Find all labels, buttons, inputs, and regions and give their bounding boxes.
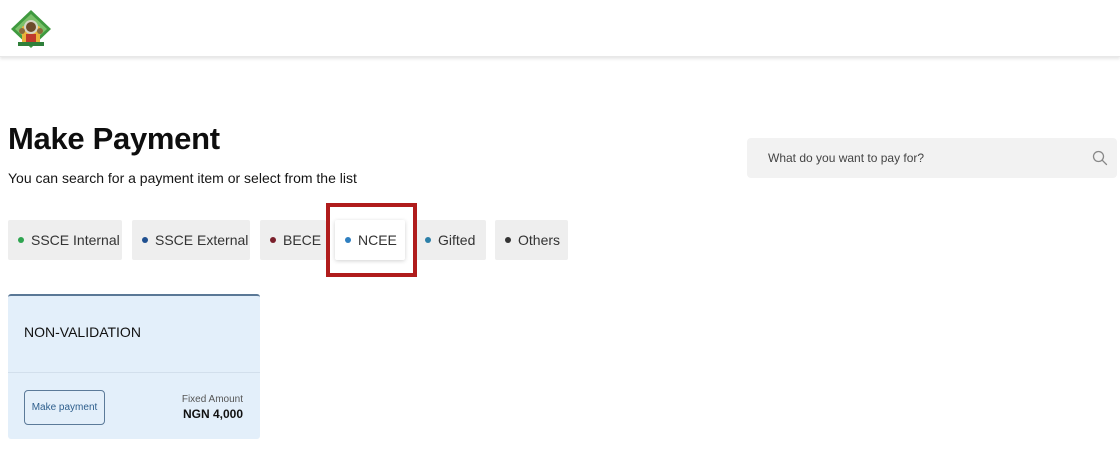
tab-label: SSCE External [155, 232, 249, 248]
page-subtitle: You can search for a payment item or sel… [8, 170, 357, 186]
tab-dot [505, 237, 511, 243]
amount-value: NGN 4,000 [182, 407, 243, 421]
page-title: Make Payment [8, 121, 220, 156]
tab-dot [18, 237, 24, 243]
top-navbar [0, 0, 1120, 57]
tab-ssce-external[interactable]: SSCE External [132, 220, 250, 260]
tab-dot [142, 237, 148, 243]
state-crest-logo-icon[interactable] [9, 9, 53, 49]
tab-label: Others [518, 232, 561, 248]
tab-label: SSCE Internal [31, 232, 120, 248]
amount-label: Fixed Amount [181, 394, 243, 405]
tab-dot [345, 237, 351, 243]
search-box [747, 138, 1117, 178]
tab-dot [270, 237, 276, 243]
tab-ssce-internal[interactable]: SSCE Internal [8, 220, 122, 260]
tab-bece[interactable]: BECE [260, 220, 326, 260]
tab-label: BECE [283, 232, 322, 248]
payment-item-card: NON-VALIDATION Make payment Fixed Amount… [8, 294, 260, 439]
search-input[interactable] [747, 138, 1117, 178]
tab-ncee[interactable]: NCEE [335, 220, 405, 260]
tab-others[interactable]: Others [495, 220, 568, 260]
tab-label: NCEE [358, 232, 397, 248]
tab-label: Gifted [438, 232, 476, 248]
payment-item-title: NON-VALIDATION [24, 324, 141, 340]
tab-dot [425, 237, 431, 243]
card-divider [8, 372, 260, 373]
tab-gifted[interactable]: Gifted [415, 220, 486, 260]
search-icon[interactable] [1092, 150, 1108, 166]
make-payment-button[interactable]: Make payment [24, 390, 105, 425]
